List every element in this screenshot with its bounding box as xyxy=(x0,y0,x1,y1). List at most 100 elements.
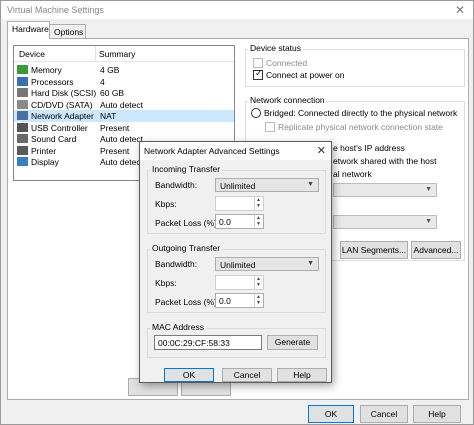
cancel-button[interactable]: Cancel xyxy=(360,405,408,423)
advanced-button[interactable]: Advanced... xyxy=(411,241,461,259)
network-adapter-icon xyxy=(17,111,28,120)
replicate-checkbox[interactable] xyxy=(265,122,275,132)
outgoing-kbps-label: Kbps: xyxy=(155,278,177,288)
connected-checkbox[interactable] xyxy=(253,58,263,68)
device-summary: 4 GB xyxy=(100,65,120,75)
device-row-cd-dvd-sata[interactable]: CD/DVD (SATA) Auto detect xyxy=(14,99,234,111)
device-summary: Auto detect xyxy=(100,99,144,110)
device-summary: 4 xyxy=(100,76,105,87)
outgoing-bandwidth-label: Bandwidth: xyxy=(155,259,198,269)
device-summary: 60 GB xyxy=(100,88,125,98)
device-row-usb-controller[interactable]: USB Controller Present xyxy=(14,122,234,134)
device-name: Printer xyxy=(31,145,57,156)
printer-icon xyxy=(17,145,28,155)
mac-address-input[interactable]: 00:0C:29:CF:58:33 xyxy=(154,335,262,350)
incoming-kbps-label: Kbps: xyxy=(155,199,177,209)
network-connection-label: Network connection xyxy=(248,95,327,105)
spin-arrows-icon[interactable]: ▲ ▼ xyxy=(254,197,263,210)
connect-at-power-on-checkbox[interactable]: ✓ xyxy=(253,68,263,80)
device-status-group xyxy=(245,49,465,87)
incoming-bandwidth-label: Bandwidth: xyxy=(155,180,198,190)
close-icon[interactable]: ✕ xyxy=(317,144,326,157)
chevron-down-icon: ▼ xyxy=(425,186,432,193)
hard-disk-icon xyxy=(17,88,28,97)
device-name: Hard Disk (SCSI) xyxy=(31,88,97,98)
device-name: Display xyxy=(31,157,59,167)
column-device[interactable]: Device xyxy=(19,49,45,59)
spin-arrows-icon[interactable]: ▲ ▼ xyxy=(254,276,263,289)
device-summary: NAT xyxy=(100,111,117,121)
incoming-packet-loss-label: Packet Loss (%): xyxy=(155,218,220,228)
column-summary[interactable]: Summary xyxy=(99,49,135,59)
dialog-ok-button[interactable]: OK xyxy=(164,368,214,382)
host-only-label: e host's IP address xyxy=(333,143,405,153)
dialog-title: Network Adapter Advanced Settings xyxy=(144,146,280,156)
device-name: Memory xyxy=(31,65,62,75)
incoming-packet-loss-value: 0.0 xyxy=(219,217,231,227)
device-name: CD/DVD (SATA) xyxy=(31,99,93,110)
device-row-network-adapter[interactable]: Network Adapter NAT xyxy=(14,110,234,122)
connect-at-power-on-label: Connect at power on xyxy=(266,70,345,80)
device-summary: Present xyxy=(100,122,130,133)
outgoing-packet-loss-label: Packet Loss (%): xyxy=(155,297,220,307)
outgoing-packet-loss-value: 0.0 xyxy=(219,296,231,306)
bridged-label: Bridged: Connected directly to the physi… xyxy=(264,108,458,118)
dialog-title-bar: Network Adapter Advanced Settings ✕ xyxy=(140,142,331,160)
incoming-packet-loss-spinner[interactable]: 0.0 ▲ ▼ xyxy=(215,214,264,229)
incoming-bandwidth-value: Unlimited xyxy=(220,181,256,191)
processor-icon xyxy=(17,76,28,86)
device-summary: Auto detect xyxy=(100,134,144,144)
window-title: Virtual Machine Settings xyxy=(7,5,104,15)
outgoing-transfer-label: Outgoing Transfer xyxy=(150,243,223,253)
device-row-hard-disk-scsi[interactable]: Hard Disk (SCSI) 60 GB xyxy=(14,87,234,99)
bridged-radio[interactable] xyxy=(251,108,261,118)
dialog-help-button[interactable]: Help xyxy=(277,368,327,382)
chevron-down-icon: ▼ xyxy=(425,218,432,225)
device-row-memory[interactable]: Memory 4 GB xyxy=(14,64,234,76)
dialog-cancel-button[interactable]: Cancel xyxy=(222,368,272,382)
outgoing-packet-loss-spinner[interactable]: 0.0 ▲ ▼ xyxy=(215,293,264,308)
network-adapter-advanced-dialog: Network Adapter Advanced Settings ✕ Inco… xyxy=(139,141,332,383)
device-name: Sound Card xyxy=(31,134,77,144)
checkmark-icon: ✓ xyxy=(255,68,263,78)
close-icon[interactable]: ✕ xyxy=(455,3,465,17)
outgoing-kbps-spinner[interactable]: ▲ ▼ xyxy=(215,275,264,290)
generate-button[interactable]: Generate xyxy=(267,335,318,350)
outgoing-bandwidth-select[interactable]: Unlimited ▼ xyxy=(215,257,319,271)
memory-icon xyxy=(17,65,28,74)
lan-segment-select[interactable]: ▼ xyxy=(333,215,437,229)
lan-segments-button[interactable]: LAN Segments... xyxy=(340,241,408,259)
usb-icon xyxy=(17,122,28,132)
tab-hardware[interactable]: Hardware xyxy=(7,21,50,39)
mac-address-value: 00:0C:29:CF:58:33 xyxy=(158,338,230,348)
spin-arrows-icon[interactable]: ▲ ▼ xyxy=(254,215,263,228)
custom-network-select[interactable]: ▼ xyxy=(333,183,437,197)
spin-arrows-icon[interactable]: ▲ ▼ xyxy=(254,294,263,307)
incoming-transfer-label: Incoming Transfer xyxy=(150,164,223,174)
outgoing-bandwidth-value: Unlimited xyxy=(220,260,256,270)
device-name: USB Controller xyxy=(31,122,88,133)
mac-address-label: MAC Address xyxy=(150,322,206,332)
help-button[interactable]: Help xyxy=(413,405,461,423)
incoming-bandwidth-select[interactable]: Unlimited ▼ xyxy=(215,178,319,192)
device-row-processors[interactable]: Processors 4 xyxy=(14,76,234,88)
connected-label: Connected xyxy=(266,58,308,68)
tab-options[interactable]: Options xyxy=(49,24,86,39)
device-list-header: Device Summary xyxy=(14,46,234,62)
replicate-label: Replicate physical network connection st… xyxy=(278,122,443,132)
device-summary: Auto detect xyxy=(100,157,144,167)
device-name: Network Adapter xyxy=(31,111,94,121)
custom-label: al network xyxy=(333,169,372,179)
sound-card-icon xyxy=(17,134,28,143)
column-separator[interactable] xyxy=(95,46,96,62)
title-bar: Virtual Machine Settings ✕ xyxy=(1,1,473,19)
chevron-down-icon: ▼ xyxy=(307,260,314,267)
ok-button[interactable]: OK xyxy=(308,405,354,423)
device-summary: Present xyxy=(100,145,130,156)
device-status-label: Device status xyxy=(248,43,304,53)
nat-label: etwork shared with the host xyxy=(333,156,437,166)
incoming-kbps-spinner[interactable]: ▲ ▼ xyxy=(215,196,264,211)
cd-dvd-icon xyxy=(17,99,28,109)
chevron-down-icon: ▼ xyxy=(307,181,314,188)
device-name: Processors xyxy=(31,76,74,87)
